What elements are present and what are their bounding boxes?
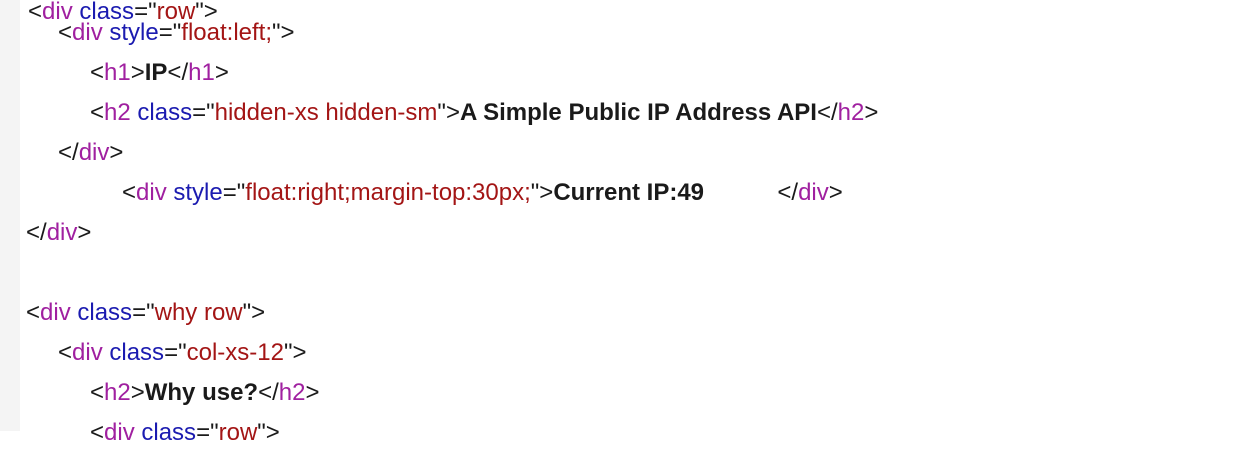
code-punctuation: "> — [437, 99, 460, 126]
code-tag-name: div — [40, 299, 71, 326]
code-text-content: Current IP:49 — [553, 179, 778, 206]
code-punctuation: "> — [242, 299, 266, 326]
code-punctuation: < — [58, 19, 73, 46]
source-line: <div class="why row"> — [26, 293, 265, 333]
source-line: <div class="row"> — [90, 413, 280, 453]
code-punctuation: =" — [196, 419, 219, 446]
code-text-content: IP — [144, 59, 168, 86]
code-punctuation: "> — [530, 179, 554, 206]
code-punctuation: < — [90, 419, 105, 446]
code-punctuation: "> — [257, 419, 280, 446]
code-punctuation: </ — [26, 219, 47, 246]
code-attribute-value: hidden-xs hidden-sm — [214, 99, 438, 126]
code-punctuation: < — [90, 59, 105, 86]
code-attribute-value: why row — [154, 299, 243, 326]
code-punctuation: > — [305, 379, 320, 406]
code-attribute-value: float:left; — [181, 19, 272, 46]
page-source-view: <div class="row"> <div style="float:left;… — [0, 0, 1247, 446]
code-punctuation: </ — [816, 99, 838, 126]
code-punctuation: =" — [222, 179, 246, 206]
source-line: </div> — [26, 213, 91, 253]
code-tag-name: div — [72, 19, 103, 46]
code-punctuation: < — [90, 99, 105, 126]
code-punctuation: > — [77, 219, 92, 246]
code-attribute-value: col-xs-12 — [186, 339, 284, 366]
code-attribute-name: class — [141, 419, 197, 446]
code-tag-name: div — [136, 179, 167, 206]
code-punctuation: =" — [132, 299, 155, 326]
code-tag-name: h2 — [104, 99, 131, 126]
code-attribute-name: class — [137, 99, 193, 126]
code-attribute-value: row — [218, 419, 258, 446]
code-tag-name: div — [798, 179, 829, 206]
code-punctuation: =" — [164, 339, 187, 366]
code-punctuation: > — [864, 99, 879, 126]
code-tag-name: div — [46, 219, 78, 246]
code-punctuation: > — [828, 179, 843, 206]
code-attribute-name: style — [173, 179, 223, 206]
code-punctuation: < — [58, 339, 73, 366]
code-punctuation: > — [130, 59, 145, 86]
code-punctuation: </ — [258, 379, 279, 406]
code-attribute-name: style — [109, 19, 159, 46]
code-punctuation: < — [26, 299, 41, 326]
source-line: </div> — [58, 133, 123, 173]
code-punctuation: > — [130, 379, 145, 406]
code-text-content: A Simple Public IP Address API — [459, 99, 817, 126]
code-tag-name: h1 — [104, 59, 131, 86]
code-punctuation: > — [214, 59, 229, 86]
code-attribute-name: class — [109, 339, 165, 366]
code-punctuation: </ — [167, 59, 189, 86]
code-punctuation: =" — [158, 19, 182, 46]
code-punctuation: > — [109, 139, 124, 166]
code-tag-name: h1 — [188, 59, 215, 86]
code-attribute-name: class — [77, 299, 133, 326]
code-text-content: Why use? — [144, 379, 259, 406]
code-punctuation: < — [122, 179, 137, 206]
source-line: <h1>IP</h1> — [90, 53, 229, 93]
code-punctuation: "> — [272, 19, 295, 46]
code-tag-name: h2 — [837, 99, 865, 126]
code-punctuation: </ — [777, 179, 799, 206]
code-tag-name: h2 — [104, 379, 131, 406]
code-punctuation: "> — [283, 339, 307, 366]
code-tag-name: div — [78, 139, 110, 166]
code-attribute-value: float:right;margin-top:30px; — [245, 179, 531, 206]
code-tag-name: h2 — [278, 379, 306, 406]
source-line: <div style="float:left;"> — [58, 13, 295, 53]
source-line: <div style="float:right;margin-top:30px;… — [122, 173, 843, 213]
code-punctuation: </ — [58, 139, 79, 166]
source-line: <h2 class="hidden-xs hidden-sm">A Simple… — [90, 93, 878, 133]
source-line: <h2>Why use?</h2> — [90, 373, 319, 413]
source-line: <div class="col-xs-12"> — [58, 333, 307, 373]
code-punctuation: =" — [192, 99, 215, 126]
code-punctuation: < — [90, 379, 105, 406]
code-punctuation: < — [28, 0, 43, 25]
code-tag-name: div — [104, 419, 135, 446]
code-tag-name: div — [72, 339, 103, 366]
